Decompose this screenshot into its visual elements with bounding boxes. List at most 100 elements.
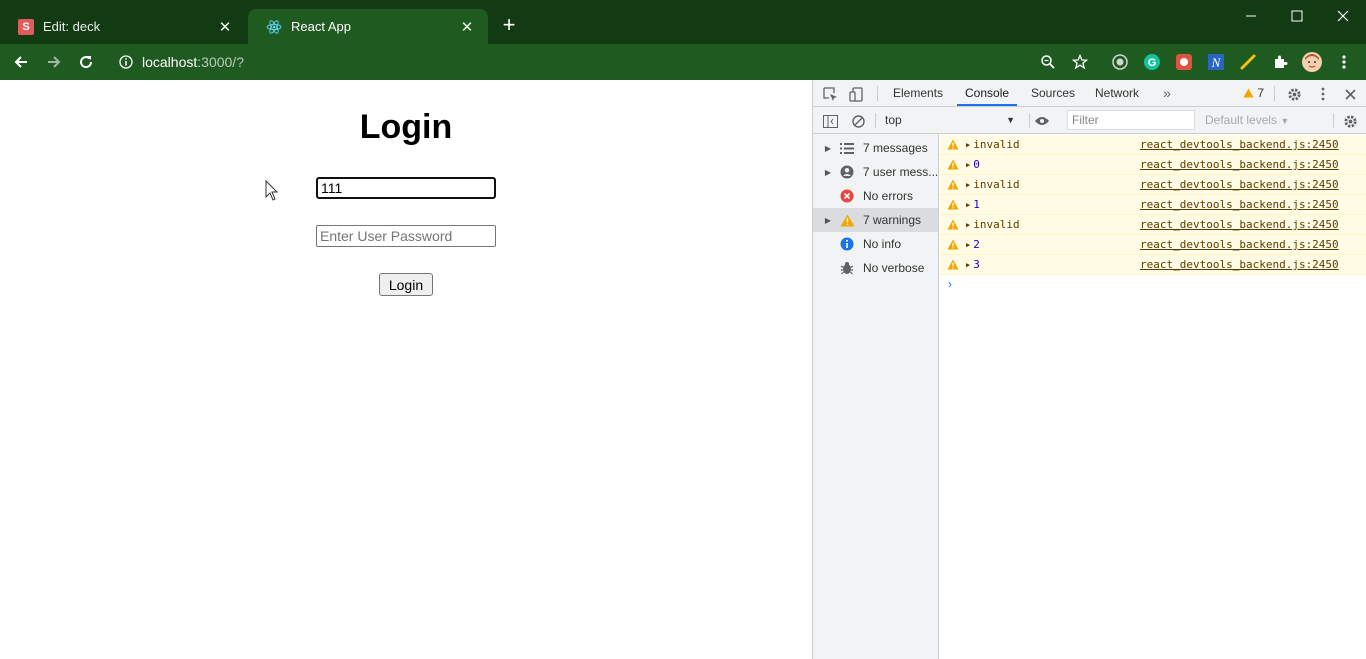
expand-triangle-icon[interactable]: ▶ [966,241,970,249]
url-host: localhost [142,54,198,70]
sidebar-item-warnings[interactable]: ▶ 7 warnings [813,208,938,232]
slides-favicon-icon: S [18,18,34,35]
warning-icon [946,158,960,172]
console-message-row[interactable]: ▶ 0 react_devtools_backend.js:2450 [940,155,1366,175]
zoom-icon[interactable] [1038,52,1058,72]
extensions-puzzle-icon[interactable] [1270,52,1290,72]
sidebar-item-messages[interactable]: ▶ 7 messages [813,136,938,160]
maximize-button[interactable] [1274,4,1320,28]
expand-triangle-icon[interactable]: ▶ [821,216,835,225]
warning-count-badge[interactable]: 7 [1243,80,1264,106]
message-text: invalid [973,138,1020,151]
username-input[interactable] [316,177,496,199]
console-output: ▶ invalid react_devtools_backend.js:2450… [940,134,1366,659]
separator [875,113,876,128]
devtools-panel: Elements Console Sources Network » 7 top… [812,80,1366,659]
extension-red-icon[interactable] [1174,52,1194,72]
tab-title: Edit: deck [43,19,101,34]
extension-n-icon[interactable]: N [1206,52,1226,72]
sidebar-toggle-icon[interactable] [821,112,839,130]
tab-close-icon[interactable]: ✕ [458,18,476,36]
menu-kebab-icon[interactable] [1334,52,1354,72]
console-filter-input[interactable]: Filter [1067,110,1195,130]
source-link[interactable]: react_devtools_backend.js:2450 [1140,178,1339,191]
more-tabs-chevron-icon[interactable]: » [1159,85,1175,101]
dropdown-arrow-icon: ▼ [1280,116,1290,126]
console-message-row[interactable]: ▶ invalid react_devtools_backend.js:2450 [940,135,1366,155]
list-icon [839,140,855,156]
close-window-button[interactable] [1320,4,1366,28]
tab-elements[interactable]: Elements [893,80,943,106]
close-devtools-icon[interactable] [1341,85,1359,103]
reload-button[interactable] [73,49,99,75]
console-prompt-chevron-icon[interactable]: › [948,277,952,291]
user-icon [839,164,855,180]
error-icon [839,188,855,204]
site-info-icon[interactable] [114,50,138,74]
sidebar-item-info[interactable]: No info [813,232,938,256]
new-tab-button[interactable]: + [498,14,520,36]
message-text: 3 [973,258,980,271]
pen-icon[interactable] [1238,52,1258,72]
password-input[interactable] [316,225,496,247]
clear-console-icon[interactable] [849,112,867,130]
expand-triangle-icon[interactable]: ▶ [821,144,835,153]
extension-record-icon[interactable] [1110,52,1130,72]
expand-triangle-icon[interactable]: ▶ [821,168,835,177]
device-toolbar-icon[interactable] [847,85,865,103]
sidebar-item-verbose[interactable]: No verbose [813,256,938,280]
expand-triangle-icon[interactable]: ▶ [966,201,970,209]
expand-triangle-icon[interactable]: ▶ [966,181,970,189]
url-path: :3000/? [197,54,244,70]
sidebar-item-label: No errors [863,189,914,203]
console-message-row[interactable]: ▶ invalid react_devtools_backend.js:2450 [940,175,1366,195]
tab-sources[interactable]: Sources [1031,80,1075,106]
inspect-element-icon[interactable] [821,85,839,103]
tab-edit-deck[interactable]: S Edit: deck ✕ [0,9,246,44]
source-link[interactable]: react_devtools_backend.js:2450 [1140,138,1339,151]
grammarly-icon[interactable]: G [1142,52,1162,72]
context-selector[interactable]: top ▼ [881,111,1019,130]
live-expression-eye-icon[interactable] [1033,112,1051,130]
tab-console[interactable]: Console [957,80,1018,106]
console-message-row[interactable]: ▶ 2 react_devtools_backend.js:2450 [940,235,1366,255]
expand-triangle-icon[interactable]: ▶ [966,141,970,149]
source-link[interactable]: react_devtools_backend.js:2450 [1140,198,1339,211]
tab-react-app[interactable]: React App ✕ [248,9,488,44]
back-button[interactable] [8,49,34,75]
source-link[interactable]: react_devtools_backend.js:2450 [1140,238,1339,251]
tab-close-icon[interactable]: ✕ [216,18,234,36]
minimize-button[interactable] [1228,4,1274,28]
warning-count: 7 [1257,86,1265,100]
separator [1333,113,1334,128]
devtools-menu-icon[interactable] [1314,85,1332,103]
login-button[interactable]: Login [379,273,433,296]
source-link[interactable]: react_devtools_backend.js:2450 [1140,258,1339,271]
context-value: top [885,113,902,127]
warning-icon [946,138,960,152]
console-message-row[interactable]: ▶ 1 react_devtools_backend.js:2450 [940,195,1366,215]
console-filter-bar: top ▼ Filter Default levels ▼ [813,107,1366,134]
log-levels-dropdown[interactable]: Default levels ▼ [1205,111,1289,131]
source-link[interactable]: react_devtools_backend.js:2450 [1140,218,1339,231]
sidebar-item-errors[interactable]: No errors [813,184,938,208]
forward-button[interactable] [41,49,67,75]
settings-gear-icon[interactable] [1285,85,1303,103]
sidebar-item-user-messages[interactable]: ▶ 7 user mess... [813,160,938,184]
address-bar[interactable]: localhost:3000/? [108,48,1028,76]
bookmark-star-icon[interactable] [1070,52,1090,72]
warning-icon [946,198,960,212]
source-link[interactable]: react_devtools_backend.js:2450 [1140,158,1339,171]
warning-icon [946,258,960,272]
expand-triangle-icon[interactable]: ▶ [966,261,970,269]
tab-network[interactable]: Network [1095,80,1139,106]
browser-toolbar: localhost:3000/? G N [0,44,1366,80]
mouse-pointer-icon [265,179,279,207]
console-message-row[interactable]: ▶ invalid react_devtools_backend.js:2450 [940,215,1366,235]
expand-triangle-icon[interactable]: ▶ [966,161,970,169]
message-text: invalid [973,178,1020,191]
profile-avatar[interactable] [1302,52,1322,72]
expand-triangle-icon[interactable]: ▶ [966,221,970,229]
console-message-row[interactable]: ▶ 3 react_devtools_backend.js:2450 [940,255,1366,275]
console-settings-gear-icon[interactable] [1341,112,1359,130]
